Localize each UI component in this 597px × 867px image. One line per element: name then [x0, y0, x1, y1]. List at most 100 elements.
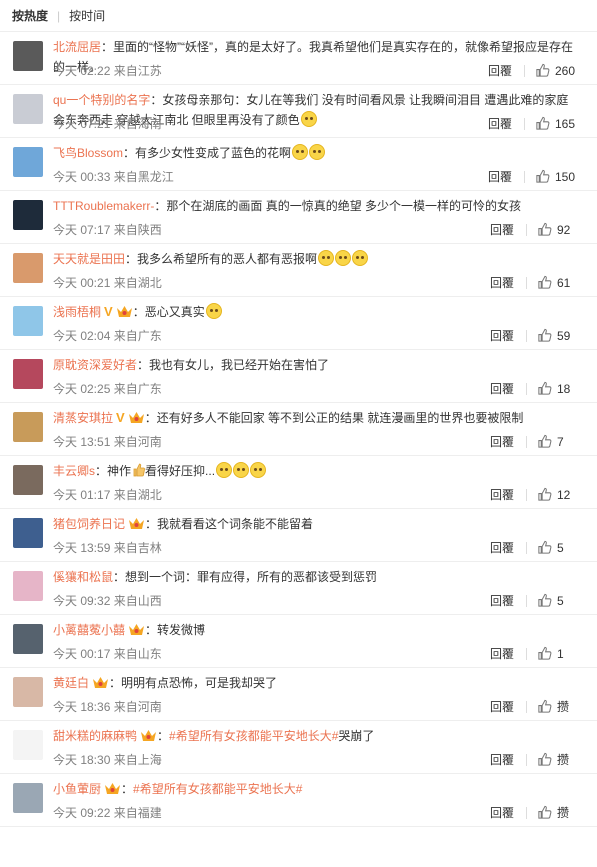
reply-button[interactable]: 回覆	[490, 486, 514, 503]
user-nickname[interactable]: 丰云卿s	[53, 464, 95, 478]
crown-badge-icon	[92, 675, 109, 688]
user-avatar[interactable]	[13, 359, 43, 389]
like-button[interactable]: 5	[537, 540, 575, 555]
like-button[interactable]: 12	[537, 487, 575, 502]
reply-button[interactable]: 回覆	[490, 804, 514, 821]
reply-button[interactable]: 回覆	[488, 168, 512, 185]
user-nickname[interactable]: 黄廷白	[53, 676, 89, 690]
user-nickname[interactable]: TTTRoublemakerr-	[53, 199, 154, 213]
comment-text: ：神作	[95, 464, 132, 478]
user-nickname[interactable]: 天天就是田田	[53, 252, 125, 266]
comment-meta: 今天 09:22 来自福建	[53, 806, 162, 820]
like-button[interactable]: 18	[537, 381, 575, 396]
comment-text: ：想到一个词：罪有应得，所有的恶都该受到惩罚	[113, 570, 378, 584]
like-button[interactable]: 5	[537, 593, 575, 608]
action-separator	[526, 488, 527, 501]
user-nickname[interactable]: 清蒸安琪拉	[53, 411, 113, 425]
comment-actions: 回覆 攒	[490, 751, 575, 768]
user-nickname[interactable]: 猪包饲养日记	[53, 517, 125, 531]
reply-button[interactable]: 回覆	[490, 433, 514, 450]
like-button[interactable]: 260	[535, 63, 575, 78]
user-avatar[interactable]	[13, 730, 43, 760]
like-button[interactable]: 150	[535, 169, 575, 184]
user-avatar[interactable]	[13, 200, 43, 230]
like-button[interactable]: 165	[535, 116, 575, 131]
user-avatar[interactable]	[13, 147, 43, 177]
reply-button[interactable]: 回覆	[490, 698, 514, 715]
thumbs-up-icon	[535, 63, 550, 78]
user-nickname[interactable]: qu一个特别的名字	[53, 93, 150, 107]
comment-text: ：我也有女儿，我已经开始在害怕了	[137, 358, 330, 372]
comment-content: 小蓠囍蒬小囍 ：转发微博	[53, 620, 579, 640]
like-button[interactable]: 92	[537, 222, 575, 237]
like-button[interactable]: 59	[537, 328, 575, 343]
user-avatar[interactable]	[13, 412, 43, 442]
user-avatar[interactable]	[13, 94, 43, 124]
comment-row: 原耽资深爱好者：我也有女儿，我已经开始在害怕了 今天 02:25 来自广东 回覆 18	[0, 350, 597, 403]
comment-list: 北流屈居：里面的“怪物”“妖怪”，真的是太好了。我真希望他们是真实存在的，就像希…	[0, 32, 597, 827]
user-avatar[interactable]	[13, 306, 43, 336]
like-button[interactable]: 7	[537, 434, 575, 449]
comment-actions: 回覆 1	[490, 645, 575, 662]
like-button[interactable]: 攒	[537, 698, 575, 715]
reply-button[interactable]: 回覆	[490, 539, 514, 556]
comment-actions: 回覆 59	[490, 327, 575, 344]
action-separator	[526, 541, 527, 554]
user-avatar[interactable]	[13, 624, 43, 654]
comment-text: ：转发微博	[145, 623, 206, 637]
user-avatar[interactable]	[13, 518, 43, 548]
like-button[interactable]: 1	[537, 646, 575, 661]
reply-button[interactable]: 回覆	[490, 221, 514, 238]
comment-meta: 今天 13:51 来自河南	[53, 435, 162, 449]
like-button[interactable]: 61	[537, 275, 575, 290]
user-avatar[interactable]	[13, 465, 43, 495]
comment-content: 天天就是田田：我多么希望所有的恶人都有恶报啊	[53, 249, 579, 269]
reply-button[interactable]: 回覆	[490, 751, 514, 768]
like-button[interactable]: 攒	[537, 751, 575, 768]
like-count: 5	[557, 593, 564, 608]
user-avatar[interactable]	[13, 677, 43, 707]
reply-button[interactable]: 回覆	[490, 592, 514, 609]
user-nickname[interactable]: 傒獽和松鼠	[53, 570, 113, 584]
comment-row: 丰云卿s：神作 看得好压抑... 今天 01:17 来自湖北 回覆 12	[0, 456, 597, 509]
reply-button[interactable]: 回覆	[490, 645, 514, 662]
reply-button[interactable]: 回覆	[488, 115, 512, 132]
user-nickname[interactable]: 甜米糕的麻麻鸭	[53, 729, 137, 743]
comment-actions: 回覆 7	[490, 433, 575, 450]
comment-meta: 今天 09:32 来自山西	[53, 594, 162, 608]
thumbs-up-icon	[537, 275, 552, 290]
comment-content: TTTRoublemakerr-：那个在湖底的画面 真的一惊真的绝望 多少个一模…	[53, 196, 579, 216]
comment-actions: 回覆 攒	[490, 804, 575, 821]
crying-emoji-icon	[205, 303, 222, 319]
hashtag-link[interactable]: #希望所有女孩都能平安地长大#	[133, 782, 302, 796]
reply-button[interactable]: 回覆	[490, 327, 514, 344]
hashtag-link[interactable]: #希望所有女孩都能平安地长大#	[169, 729, 338, 743]
crying-emoji-icon	[216, 462, 233, 478]
reply-button[interactable]: 回覆	[490, 380, 514, 397]
like-count: 18	[557, 381, 571, 396]
user-avatar[interactable]	[13, 571, 43, 601]
sort-by-time-tab[interactable]: 按时间	[69, 7, 105, 24]
user-avatar[interactable]	[13, 783, 43, 813]
comment-text: ：明明有点恐怖，可是我却哭了	[109, 676, 278, 690]
crying-emoji-icon	[335, 250, 352, 266]
comment-meta: 今天 13:59 来自吉林	[53, 541, 162, 555]
user-nickname[interactable]: 小鱼葷厨	[53, 782, 101, 796]
user-avatar[interactable]	[13, 41, 43, 71]
crown-badge-icon	[128, 410, 145, 423]
reply-button[interactable]: 回覆	[490, 274, 514, 291]
user-nickname[interactable]: 小蓠囍蒬小囍	[53, 623, 125, 637]
sort-by-hot-tab[interactable]: 按热度	[12, 7, 48, 24]
user-avatar[interactable]	[13, 253, 43, 283]
user-nickname[interactable]: 飞鸟Blossom	[53, 146, 123, 160]
like-count: 260	[554, 63, 575, 78]
like-count: 1	[557, 646, 564, 661]
comment-actions: 回覆 攒	[490, 698, 575, 715]
comment-content: 小鱼葷厨 ：#希望所有女孩都能平安地长大#	[53, 779, 579, 799]
reply-button[interactable]: 回覆	[488, 62, 512, 79]
user-nickname[interactable]: 浅雨梧桐	[53, 305, 101, 319]
like-button[interactable]: 攒	[537, 804, 575, 821]
comment-meta: 今天 02:22 来自江苏	[53, 64, 162, 78]
user-nickname[interactable]: 原耽资深爱好者	[53, 358, 137, 372]
user-nickname[interactable]: 北流屈居	[53, 40, 101, 54]
